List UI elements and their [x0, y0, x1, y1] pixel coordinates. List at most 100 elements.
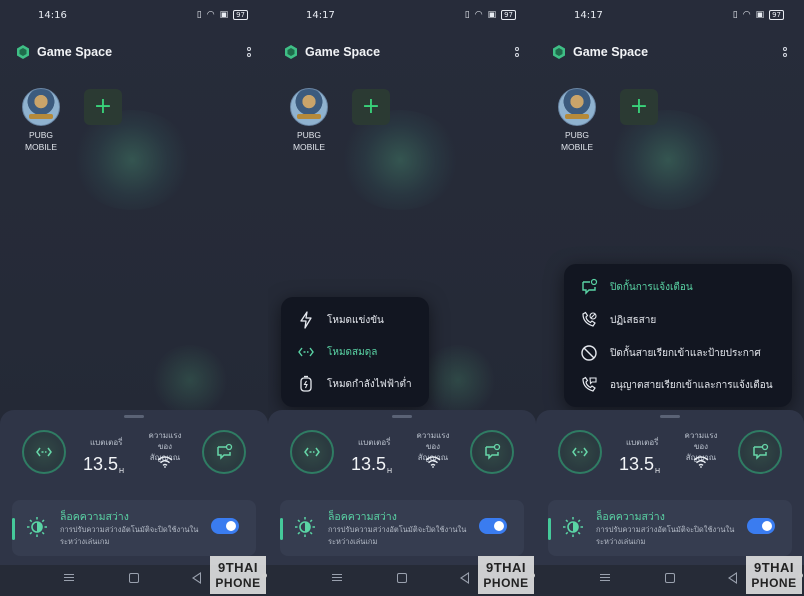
menu-item-competitive[interactable]: โหมดแข่งขัน: [295, 305, 384, 335]
performance-mode-button[interactable]: [22, 430, 66, 474]
add-game-button[interactable]: +: [352, 89, 390, 125]
game-tile-pubg[interactable]: PUBG MOBILE: [286, 88, 332, 153]
notification-mode-button[interactable]: [470, 430, 514, 474]
game-name: MOBILE: [560, 142, 594, 152]
menu-item-block-notifications[interactable]: ปิดกั้นการแจ้งเตือน: [578, 272, 693, 302]
lightning-icon: [295, 309, 317, 331]
battery-unit: H: [119, 468, 125, 475]
wifi-icon: ◠: [206, 10, 215, 20]
balance-icon: [572, 447, 588, 457]
brightness-lock-description: การปรับความสว่างอัตโนมัติจะปิดใช้งานในระ…: [60, 525, 199, 546]
notification-mode-button[interactable]: [738, 430, 782, 474]
battery-value: 13.5: [83, 454, 119, 474]
menu-item-label: โหมดสมดุล: [327, 346, 378, 358]
menu-item-reject-calls[interactable]: ปฏิเสธสาย: [578, 305, 656, 335]
status-bar: 14:16 ▯ ◠ ▣ 97: [0, 10, 268, 24]
brightness-lock-card: ล็อคความสว่าง การปรับความสว่างอัตโนมัติจ…: [280, 500, 524, 556]
recents-icon[interactable]: [64, 574, 74, 581]
panel-drag-handle[interactable]: [124, 415, 144, 418]
home-icon[interactable]: [665, 573, 675, 583]
brightness-lock-card: ล็อคความสว่าง การปรับความสว่างอัตโนมัติจ…: [548, 500, 792, 556]
battery-label: แบตเตอรี่: [90, 438, 123, 447]
sim-icon: ▣: [487, 10, 497, 20]
add-game-button[interactable]: +: [620, 89, 658, 125]
back-icon[interactable]: [460, 572, 469, 584]
recents-icon[interactable]: [332, 574, 342, 581]
background-glow: [608, 110, 728, 210]
wifi-icon: ◠: [474, 10, 483, 20]
brightness-lock-toggle[interactable]: [211, 518, 239, 534]
allow-call-icon: [578, 374, 600, 396]
background-glow: [72, 110, 192, 210]
phone-screen-3: 14:17 ▯ ◠ ▣ 97 Game Space PUBG MOBILE + …: [536, 0, 804, 596]
game-tile-pubg[interactable]: PUBG MOBILE: [554, 88, 600, 153]
more-options-icon[interactable]: [780, 43, 790, 61]
game-space-logo-icon: [552, 45, 566, 59]
back-icon[interactable]: [192, 572, 201, 584]
block-notification-icon: [578, 276, 600, 298]
home-icon[interactable]: [129, 573, 139, 583]
more-options-icon[interactable]: [512, 43, 522, 61]
performance-mode-button[interactable]: [558, 430, 602, 474]
home-icon[interactable]: [397, 573, 407, 583]
background-glow: [418, 345, 498, 415]
pubg-game-icon[interactable]: [22, 88, 60, 126]
battery-unit: H: [655, 468, 661, 475]
status-bar: 14:17 ▯ ◠ ▣ 97: [536, 10, 804, 24]
game-name: MOBILE: [292, 142, 326, 152]
game-space-logo-icon: [16, 45, 30, 59]
status-time: 14:17: [306, 10, 335, 21]
background-glow: [340, 110, 460, 210]
watermark-logo: 9THAI PHONE: [746, 556, 802, 594]
notification-mode-menu: ปิดกั้นการแจ้งเตือน ปฏิเสธสาย ปิดกั้นสาย…: [564, 264, 792, 407]
game-tile-pubg[interactable]: PUBG MOBILE: [18, 88, 64, 153]
watermark-logo: 9THAI PHONE: [478, 556, 534, 594]
wifi-signal-icon: [693, 456, 709, 468]
performance-mode-button[interactable]: [290, 430, 334, 474]
brightness-lock-description: การปรับความสว่างอัตโนมัติจะปิดใช้งานในระ…: [328, 525, 467, 546]
pubg-game-icon[interactable]: [558, 88, 596, 126]
watermark-line1: 9THAI: [753, 560, 795, 575]
watermark-line1: 9THAI: [485, 560, 527, 575]
watermark-logo: 9THAI PHONE: [210, 556, 266, 594]
title-bar: Game Space: [16, 42, 254, 62]
brightness-lock-title: ล็อคความสว่าง: [60, 511, 129, 523]
wifi-signal-icon: [157, 456, 173, 468]
brightness-icon: [294, 516, 316, 538]
notification-block-icon: [217, 443, 233, 460]
brightness-icon: [26, 516, 48, 538]
balance-icon: [295, 341, 317, 363]
vibrate-icon: ▯: [196, 10, 202, 20]
recents-icon[interactable]: [600, 574, 610, 581]
brightness-icon: [562, 516, 584, 538]
add-game-button[interactable]: +: [84, 89, 122, 125]
low-power-icon: [295, 373, 317, 395]
battery-indicator: 97: [769, 10, 784, 20]
game-name: PUBG: [296, 130, 322, 140]
panel-drag-handle[interactable]: [392, 415, 412, 418]
menu-item-balanced[interactable]: โหมดสมดุล: [295, 337, 377, 367]
battery-value: 13.5: [351, 454, 387, 474]
menu-item-label: ปฏิเสธสาย: [610, 314, 657, 326]
back-icon[interactable]: [728, 572, 737, 584]
watermark-line1: 9THAI: [217, 560, 259, 575]
pubg-game-icon[interactable]: [290, 88, 328, 126]
wifi-icon: ◠: [742, 10, 751, 20]
brightness-lock-toggle[interactable]: [747, 518, 775, 534]
brightness-lock-title: ล็อคความสว่าง: [328, 511, 397, 523]
panel-drag-handle[interactable]: [660, 415, 680, 418]
menu-item-block-calls-banners[interactable]: ปิดกั้นสายเรียกเข้าและป้ายประกาศ: [578, 338, 761, 368]
battery-value: 13.5: [619, 454, 655, 474]
status-time: 14:16: [38, 10, 67, 21]
phone-screen-1: 14:16 ▯ ◠ ▣ 97 Game Space PUBG MOBILE + …: [0, 0, 268, 596]
title-bar: Game Space: [284, 42, 522, 62]
brightness-lock-card: ล็อคความสว่าง การปรับความสว่างอัตโนมัติจ…: [12, 500, 256, 556]
notification-mode-button[interactable]: [202, 430, 246, 474]
more-options-icon[interactable]: [244, 43, 254, 61]
vibrate-icon: ▯: [464, 10, 470, 20]
status-bar: 14:17 ▯ ◠ ▣ 97: [268, 10, 536, 24]
menu-item-low-power[interactable]: โหมดกำลังไฟฟ้าต่ำ: [295, 369, 412, 399]
menu-item-allow-calls-notifications[interactable]: อนุญาตสายเรียกเข้าและการแจ้งเตือน: [578, 370, 773, 400]
brightness-lock-toggle[interactable]: [479, 518, 507, 534]
game-space-logo-icon: [284, 45, 298, 59]
